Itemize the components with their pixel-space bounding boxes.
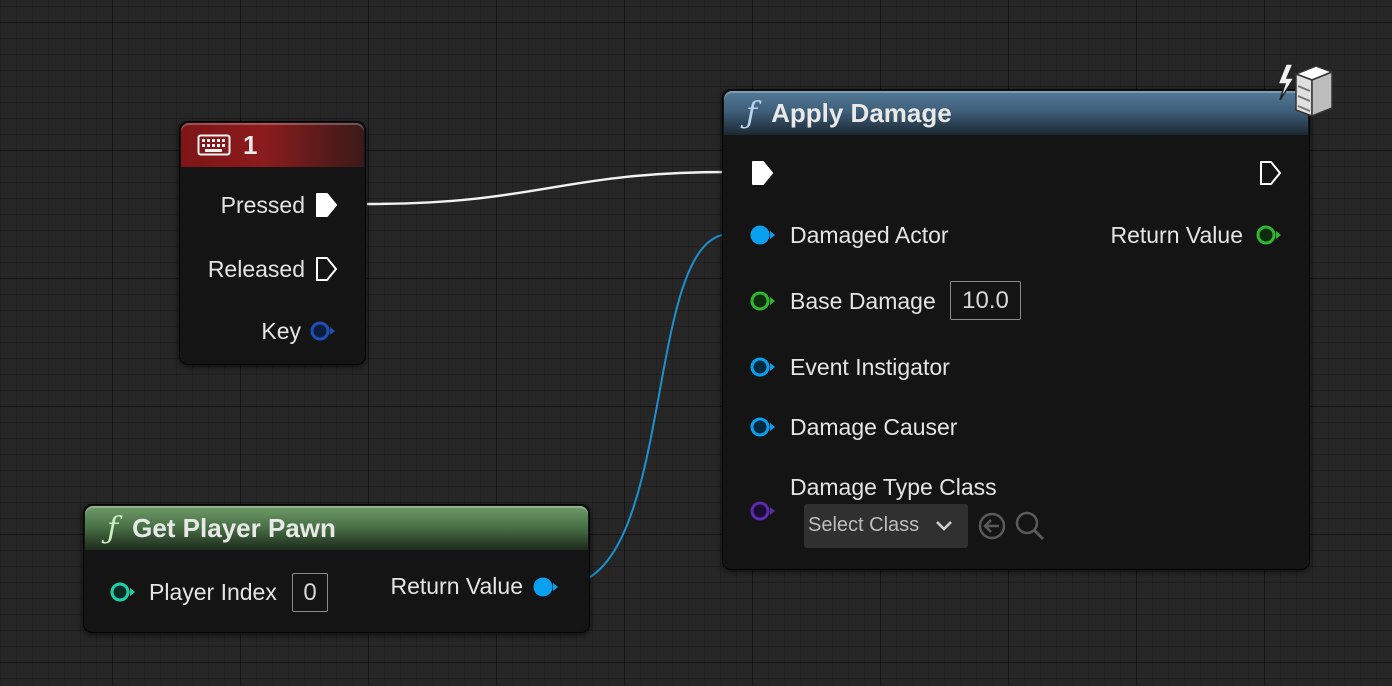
base-damage-label: Base Damage	[790, 288, 936, 314]
exec-in-pin[interactable]	[747, 158, 777, 188]
base-damage-input[interactable]: 10.0	[950, 281, 1021, 320]
return-value-pin[interactable]	[530, 572, 560, 602]
exec-wire[interactable]	[366, 170, 729, 206]
pressed-pin-label: Pressed	[220, 192, 305, 218]
player-index-input[interactable]: 0	[292, 573, 328, 612]
node-title: 1	[243, 129, 258, 160]
node-header[interactable]: ƒ Apply Damage	[724, 91, 1308, 135]
base-damage-pin[interactable]	[747, 286, 777, 316]
damage-causer-label: Damage Causer	[790, 414, 958, 440]
node-header[interactable]: ƒ Get Player Pawn	[85, 506, 588, 550]
damaged-actor-pin[interactable]	[747, 220, 777, 250]
keyboard-icon	[197, 134, 231, 156]
player-index-pin[interactable]	[107, 577, 137, 607]
chevron-down-icon	[936, 521, 952, 531]
function-icon: ƒ	[107, 510, 119, 546]
event-instigator-pin[interactable]	[747, 352, 777, 382]
damage-type-class-pin[interactable]	[747, 496, 777, 526]
return-value-label: Return Value	[390, 573, 523, 599]
player-index-label: Player Index	[149, 579, 277, 605]
damage-type-class-label: Damage Type Class	[790, 474, 997, 500]
blueprint-graph-canvas[interactable]: 1 Pressed Released Key ƒ Apply Damage Da…	[0, 0, 1392, 686]
event-instigator-label: Event Instigator	[790, 354, 950, 380]
key-event-node[interactable]: 1 Pressed Released Key	[179, 121, 366, 365]
key-struct-pin[interactable]	[307, 316, 337, 346]
browse-search-icon[interactable]	[1013, 509, 1047, 543]
exec-out-pin[interactable]	[1255, 158, 1285, 188]
return-value-pin[interactable]	[1253, 220, 1283, 250]
node-header[interactable]: 1	[181, 123, 364, 167]
get-player-pawn-node[interactable]: ƒ Get Player Pawn Player Index 0 Return …	[83, 504, 590, 633]
node-title: Apply Damage	[771, 97, 952, 128]
use-selected-arrow-icon[interactable]	[977, 511, 1007, 541]
function-icon: ƒ	[746, 95, 758, 131]
select-class-dropdown[interactable]: Select Class	[804, 504, 968, 548]
return-value-label: Return Value	[1110, 222, 1243, 248]
pressed-exec-pin[interactable]	[311, 190, 341, 220]
damage-causer-pin[interactable]	[747, 412, 777, 442]
node-title: Get Player Pawn	[132, 512, 336, 543]
apply-damage-node[interactable]: ƒ Apply Damage Damaged Actor Return Valu…	[722, 89, 1310, 570]
damaged-actor-label: Damaged Actor	[790, 222, 949, 248]
released-pin-label: Released	[207, 256, 305, 282]
released-exec-pin[interactable]	[311, 254, 341, 284]
select-class-value: Select Class	[808, 514, 920, 536]
server-lightning-icon	[1276, 63, 1335, 118]
key-pin-label: Key	[261, 318, 301, 344]
